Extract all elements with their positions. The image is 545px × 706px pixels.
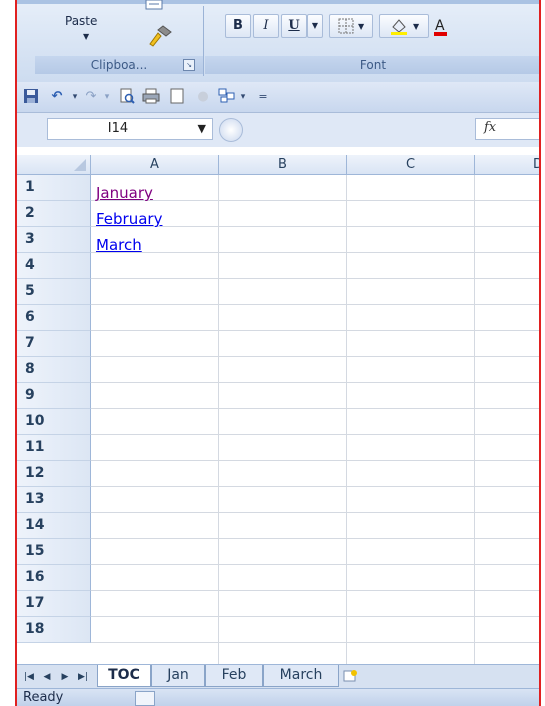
row-gridline bbox=[91, 356, 539, 357]
first-sheet-icon[interactable]: |◀ bbox=[21, 669, 37, 685]
cell-a2-hyperlink[interactable]: February bbox=[96, 207, 162, 231]
group-separator bbox=[203, 6, 204, 76]
name-box-value: I14 bbox=[107, 121, 129, 136]
clipboard-group-title: Clipboa... bbox=[90, 58, 148, 72]
bold-button[interactable]: B bbox=[225, 14, 251, 38]
cell-a3-hyperlink[interactable]: March bbox=[96, 233, 142, 257]
row-gridline bbox=[91, 590, 539, 591]
row-gridline bbox=[91, 642, 539, 643]
row-header-15[interactable]: 15 bbox=[17, 539, 91, 565]
form-dropdown-icon[interactable]: ▾ bbox=[233, 88, 253, 106]
row-gridline bbox=[91, 486, 539, 487]
sheet-tab-feb[interactable]: Feb bbox=[205, 665, 263, 687]
row-header-7[interactable]: 7 bbox=[17, 331, 91, 357]
status-bar: Ready bbox=[17, 688, 539, 706]
row-gridline bbox=[91, 252, 539, 253]
quick-access-toolbar: ↶ ▾ ↷ ▾ ● ▾ = bbox=[17, 82, 539, 113]
sheet-tab-bar: |◀ ◀ ▶ ▶| TOC Jan Feb March bbox=[17, 664, 539, 689]
clipboard-group: Paste ▼ Clipboa... ↘ bbox=[35, 0, 203, 80]
underline-dropdown-icon[interactable]: ▼ bbox=[307, 14, 323, 38]
row-gridline bbox=[91, 382, 539, 383]
italic-button[interactable]: I bbox=[253, 14, 279, 38]
row-header-12[interactable]: 12 bbox=[17, 461, 91, 487]
save-icon[interactable] bbox=[21, 88, 41, 106]
fill-color-icon bbox=[390, 18, 407, 35]
font-group: B I U ▼ ▼ ▼ A Font bbox=[205, 0, 539, 80]
svg-text:A: A bbox=[435, 18, 445, 34]
row-header-11[interactable]: 11 bbox=[17, 435, 91, 461]
fx-icon: fx bbox=[484, 120, 497, 135]
row-header-4[interactable]: 4 bbox=[17, 253, 91, 279]
row-gridline bbox=[91, 564, 539, 565]
row-gridline bbox=[91, 278, 539, 279]
row-gridline bbox=[91, 330, 539, 331]
row-gridline bbox=[91, 538, 539, 539]
row-header-14[interactable]: 14 bbox=[17, 513, 91, 539]
select-all-button[interactable] bbox=[17, 155, 91, 175]
row-gridline bbox=[91, 434, 539, 435]
paste-button[interactable]: Paste bbox=[65, 14, 97, 28]
formula-bar: I14 ▼ fx bbox=[17, 113, 539, 147]
borders-icon bbox=[338, 18, 354, 33]
underline-button[interactable]: U bbox=[281, 14, 307, 38]
insert-function-button[interactable]: fx bbox=[475, 118, 539, 140]
new-document-icon[interactable] bbox=[167, 88, 187, 106]
column-header-d[interactable]: D bbox=[475, 155, 539, 175]
undo-icon[interactable]: ↶ bbox=[47, 88, 67, 106]
next-sheet-icon[interactable]: ▶ bbox=[57, 669, 73, 685]
row-gridline bbox=[91, 460, 539, 461]
previous-sheet-icon[interactable]: ◀ bbox=[39, 669, 55, 685]
customize-qat-icon[interactable]: = bbox=[253, 88, 273, 106]
row-header-18[interactable]: 18 bbox=[17, 617, 91, 643]
row-header-3[interactable]: 3 bbox=[17, 227, 91, 253]
row-header-2[interactable]: 2 bbox=[17, 201, 91, 227]
row-header-10[interactable]: 10 bbox=[17, 409, 91, 435]
last-sheet-icon[interactable]: ▶| bbox=[75, 669, 91, 685]
ribbon: Paste ▼ Clipboa... ↘ B I U ▼ ▼ ▼ A Font bbox=[17, 0, 539, 83]
column-header-a[interactable]: A bbox=[91, 155, 219, 175]
print-icon[interactable] bbox=[141, 88, 161, 106]
sheet-tab-march[interactable]: March bbox=[263, 665, 339, 687]
macro-record-icon[interactable] bbox=[135, 691, 155, 706]
formula-bar-resize-handle[interactable] bbox=[219, 118, 243, 142]
select-all-triangle-icon bbox=[74, 159, 86, 171]
row-gridline bbox=[91, 304, 539, 305]
row-header-13[interactable]: 13 bbox=[17, 487, 91, 513]
row-gridline bbox=[91, 200, 539, 201]
excel-window: Paste ▼ Clipboa... ↘ B I U ▼ ▼ ▼ A Font … bbox=[15, 0, 541, 706]
row-gridline bbox=[91, 408, 539, 409]
column-header-b[interactable]: B bbox=[219, 155, 347, 175]
font-color-icon[interactable]: A bbox=[433, 16, 447, 38]
print-preview-icon[interactable] bbox=[117, 88, 137, 106]
clipboard-group-label: Clipboa... ↘ bbox=[35, 56, 203, 74]
name-box[interactable]: I14 ▼ bbox=[47, 118, 213, 140]
dialog-launcher-icon[interactable]: ↘ bbox=[183, 59, 195, 71]
redo-dropdown-icon[interactable]: ▾ bbox=[97, 88, 117, 106]
font-group-label: Font bbox=[205, 56, 539, 74]
format-painter-icon[interactable] bbox=[147, 24, 173, 48]
row-header-5[interactable]: 5 bbox=[17, 279, 91, 305]
insert-sheet-icon[interactable] bbox=[341, 669, 359, 685]
column-header-c[interactable]: C bbox=[347, 155, 475, 175]
copy-icon[interactable] bbox=[143, 0, 167, 10]
row-header-1[interactable]: 1 bbox=[17, 175, 91, 201]
sheet-tab-toc[interactable]: TOC bbox=[97, 665, 151, 687]
status-text: Ready bbox=[23, 690, 64, 705]
row-gridline bbox=[91, 512, 539, 513]
row-header-17[interactable]: 17 bbox=[17, 591, 91, 617]
cell-a1-hyperlink[interactable]: January bbox=[96, 181, 153, 205]
row-header-16[interactable]: 16 bbox=[17, 565, 91, 591]
row-gridline bbox=[91, 616, 539, 617]
borders-button[interactable]: ▼ bbox=[329, 14, 373, 38]
worksheet-grid[interactable]: A B C D 123456789101112131415161718 Janu… bbox=[17, 147, 539, 664]
disabled-circle-icon: ● bbox=[197, 89, 209, 104]
sheet-tab-jan[interactable]: Jan bbox=[151, 665, 205, 687]
paste-dropdown-icon[interactable]: ▼ bbox=[83, 32, 89, 41]
row-header-6[interactable]: 6 bbox=[17, 305, 91, 331]
row-header-9[interactable]: 9 bbox=[17, 383, 91, 409]
fill-color-button[interactable]: ▼ bbox=[379, 14, 429, 38]
name-box-dropdown-icon[interactable]: ▼ bbox=[198, 119, 206, 139]
row-header-8[interactable]: 8 bbox=[17, 357, 91, 383]
